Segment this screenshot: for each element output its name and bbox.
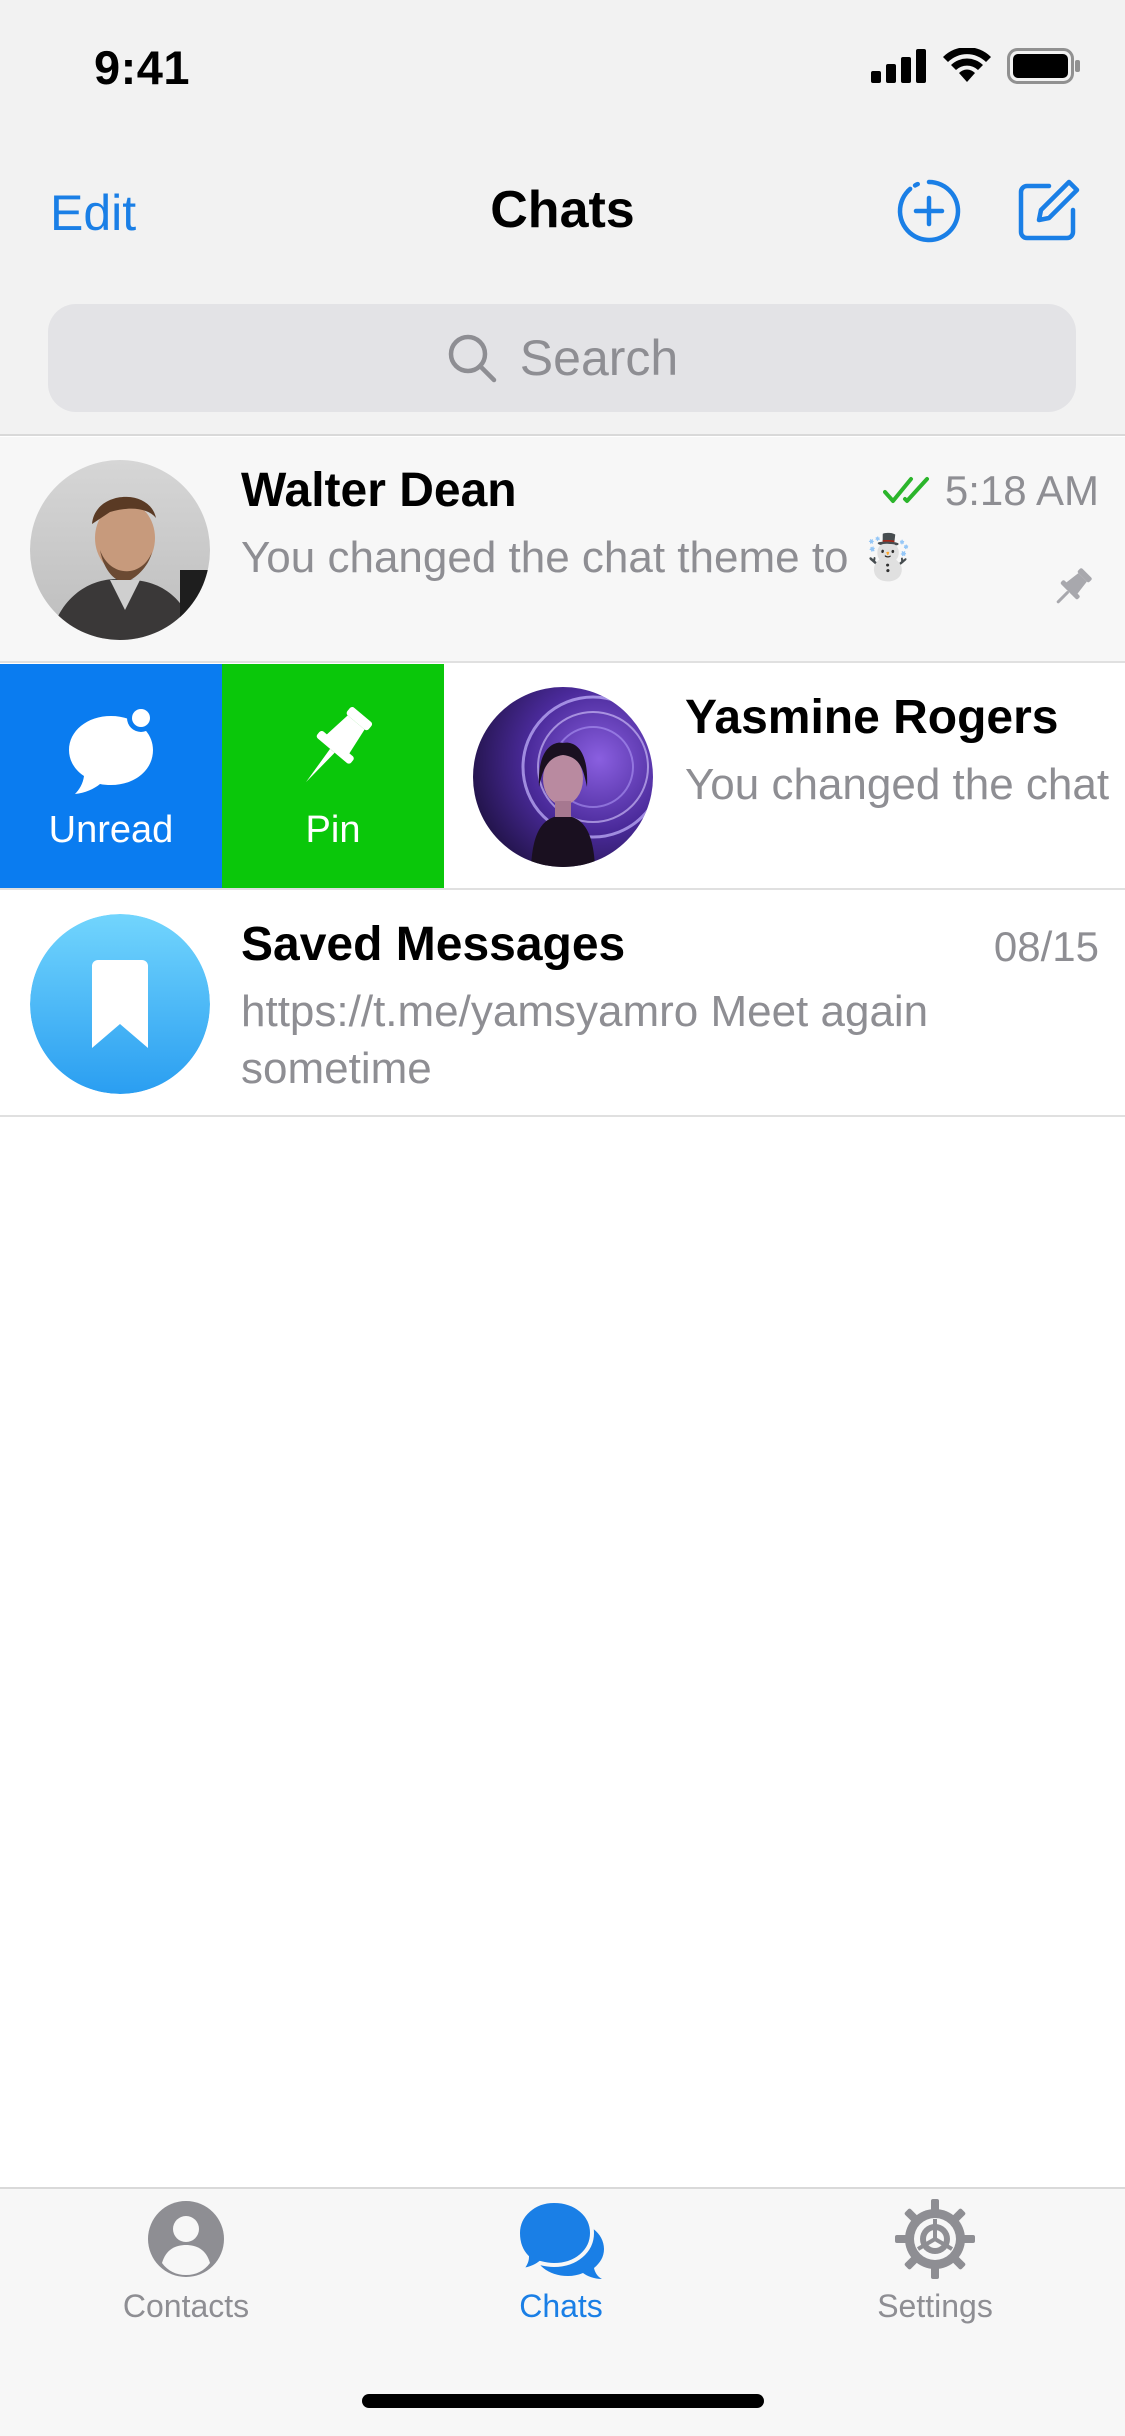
tab-settings[interactable]: Settings [815,2199,1055,2325]
search-input[interactable]: Search [48,304,1076,412]
pin-icon [306,706,373,783]
chat-row-walter-dean[interactable]: Walter Dean 5:18 AM You changed the chat… [0,437,1125,663]
saved-messages-avatar [30,914,210,1094]
new-story-icon[interactable] [896,178,962,244]
tab-label: Settings [877,2288,993,2324]
nav-bar: Edit Chats [0,140,1125,294]
chat-preview: You changed the chat theme to ☃️ [241,533,916,582]
home-indicator [362,2394,764,2408]
chat-row-saved-messages[interactable]: Saved Messages 08/15 https://t.me/yamsya… [0,891,1125,1117]
chat-preview: You changed the chat [685,760,1110,809]
chat-name: Walter Dean [241,464,517,517]
mark-unread-button[interactable]: Unread [0,664,222,888]
pin-icon [1056,568,1092,604]
search-icon [448,334,497,383]
gear-icon [895,2199,975,2279]
status-bar: 9:41 [0,0,1125,140]
wifi-icon [943,48,991,82]
chat-bubbles-icon [514,2198,604,2279]
chat-time: 08/15 [993,923,1099,970]
chat-preview: https://t.me/yamsyamro Meet again someti… [241,987,929,1093]
chat-name: Yasmine Rogers [685,691,1059,744]
chat-time-text: 5:18 AM [944,467,1099,514]
swiped-chat-content: Yasmine Rogers You changed the chat [444,664,1125,888]
status-icons [871,48,1081,84]
pin-button[interactable]: Pin [222,664,444,888]
tab-chats[interactable]: Chats [441,2198,681,2325]
mark-unread-label: Unread [48,809,174,851]
avatar [30,460,210,640]
battery-icon [1007,48,1080,84]
search-placeholder: Search [519,330,679,386]
status-time: 9:41 [94,41,191,94]
chat-row-yasmine-rogers[interactable]: Unread Pin Yasmine Rogers You changed th… [0,664,1125,890]
person-icon [148,2201,224,2277]
search-bar-container: Search [0,294,1125,436]
pin-label: Pin [305,809,361,851]
chat-time: 5:18 AM [882,467,1099,515]
double-check-icon [882,477,929,503]
cellular-signal-icon [871,49,926,83]
tab-label: Contacts [122,2288,250,2324]
unread-bubble-icon [69,704,155,794]
compose-icon[interactable] [1015,178,1081,244]
tab-contacts[interactable]: Contacts [66,2199,306,2325]
chat-name: Saved Messages [241,918,626,971]
avatar [473,687,653,867]
tab-label: Chats [519,2288,603,2324]
